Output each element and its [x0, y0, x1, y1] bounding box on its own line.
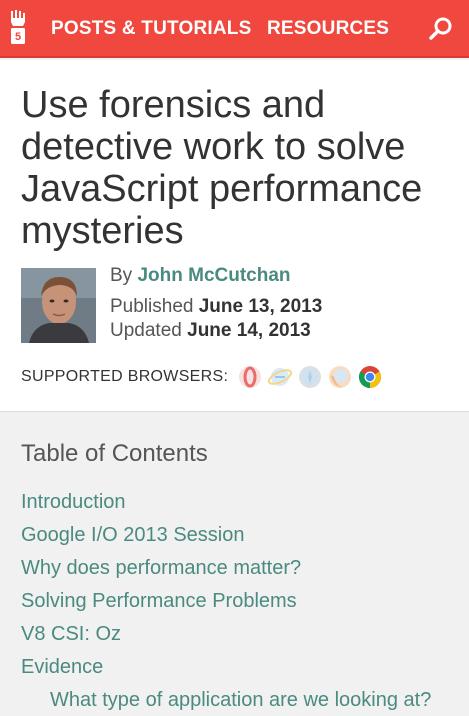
- toc-item-introduction[interactable]: Introduction: [21, 491, 126, 514]
- toc-item-evidence[interactable]: Evidence: [21, 656, 103, 679]
- supported-browsers-label: SUPPORTED BROWSERS:: [21, 368, 229, 385]
- nav-resources[interactable]: RESOURCES: [267, 18, 389, 40]
- search-icon[interactable]: [428, 16, 454, 42]
- toc-item-why-performance[interactable]: Why does performance matter?: [21, 557, 301, 580]
- toc-item-google-io-session[interactable]: Google I/O 2013 Session: [21, 524, 244, 547]
- html5-rocks-logo-icon[interactable]: 5: [8, 9, 28, 45]
- updated-line: Updated June 14, 2013: [110, 320, 311, 342]
- byline-prefix: By: [110, 265, 133, 286]
- safari-icon: [298, 365, 322, 389]
- updated-date: June 14, 2013: [187, 320, 311, 341]
- article-title: Use forensics and detective work to solv…: [21, 84, 423, 252]
- opera-icon: [238, 365, 262, 389]
- svg-text:5: 5: [15, 31, 21, 43]
- toc-item-solving-problems[interactable]: Solving Performance Problems: [21, 590, 297, 613]
- published-line: Published June 13, 2013: [110, 296, 322, 318]
- firefox-icon: [328, 365, 352, 389]
- internet-explorer-icon: [267, 365, 293, 389]
- article-header-card: Use forensics and detective work to solv…: [0, 60, 469, 412]
- updated-label: Updated: [110, 320, 182, 341]
- byline: By John McCutchan: [110, 265, 291, 287]
- author-link[interactable]: John McCutchan: [137, 265, 290, 286]
- chrome-icon: [358, 365, 382, 389]
- table-of-contents: Table of Contents Introduction Google I/…: [0, 430, 469, 716]
- author-avatar[interactable]: [21, 268, 96, 343]
- published-label: Published: [110, 296, 194, 317]
- nav-posts-tutorials[interactable]: POSTS & TUTORIALS: [51, 18, 251, 40]
- toc-item-application-type[interactable]: What type of application are we looking …: [50, 689, 431, 712]
- published-date: June 13, 2013: [198, 296, 323, 317]
- toc-heading: Table of Contents: [21, 440, 208, 467]
- toc-item-v8-csi-oz[interactable]: V8 CSI: Oz: [21, 623, 121, 646]
- top-nav-bar: 5 POSTS & TUTORIALS RESOURCES: [0, 0, 469, 58]
